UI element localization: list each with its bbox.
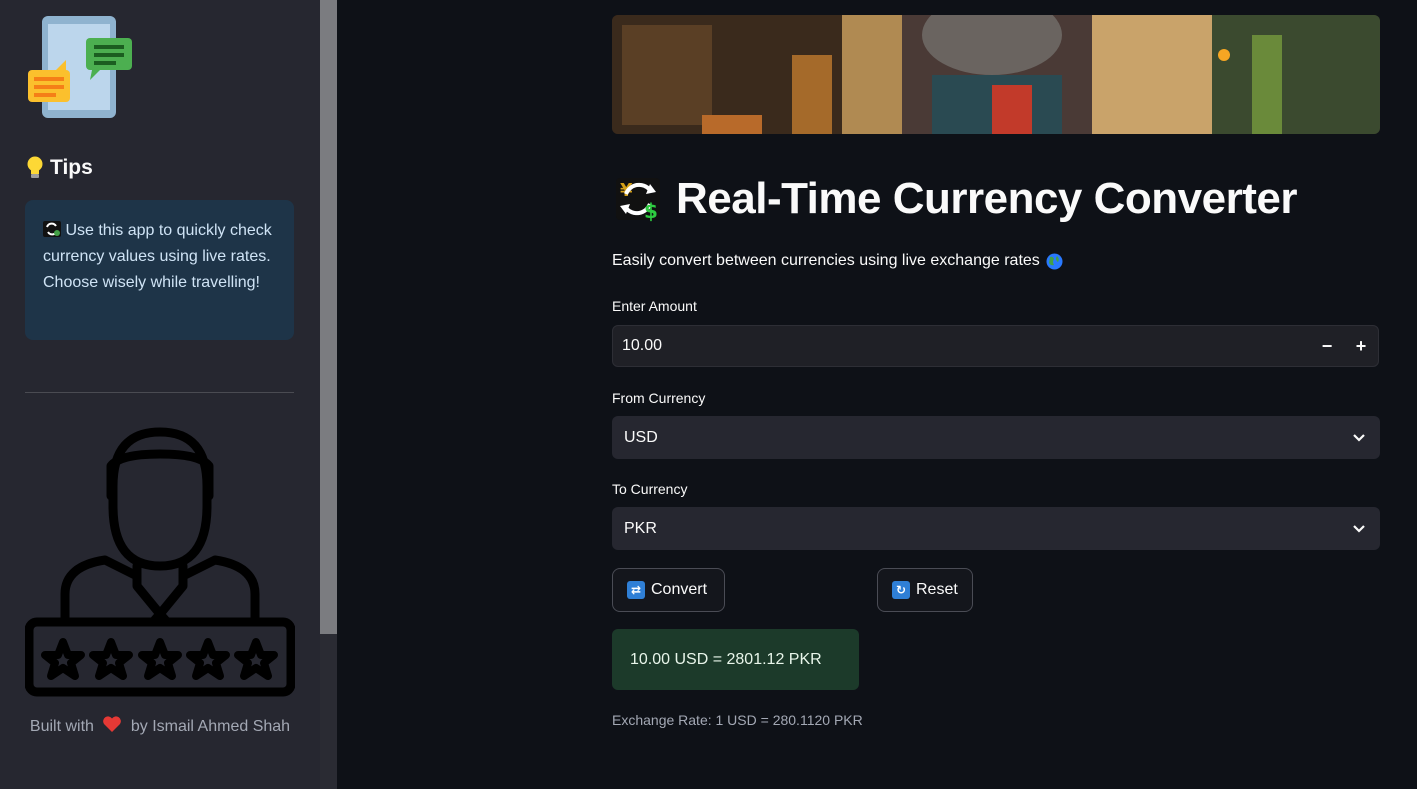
- sidebar-scrollbar-thumb[interactable]: [320, 0, 337, 634]
- chevron-down-icon: [1353, 524, 1365, 533]
- currency-exchange-icon: ¥ $: [616, 178, 660, 223]
- tips-text: Use this app to quickly check currency v…: [43, 222, 272, 291]
- person-rating-icon: [25, 427, 295, 697]
- decrement-button[interactable]: −: [1310, 326, 1344, 366]
- exchange-rate-caption: Exchange Rate: 1 USD = 280.1120 PKR: [612, 712, 863, 728]
- globe-icon: [1046, 253, 1063, 269]
- exchange-emoji-icon: [43, 221, 61, 237]
- to-currency-label: To Currency: [612, 481, 688, 497]
- convert-button[interactable]: ⇄ Convert: [612, 568, 725, 612]
- from-currency-label: From Currency: [612, 390, 706, 406]
- svg-text:$: $: [644, 199, 658, 223]
- subtitle-text: Easily convert between currencies using …: [612, 252, 1040, 269]
- amount-input[interactable]: 10.00 − +: [612, 325, 1379, 367]
- tips-info-box: Use this app to quickly check currency v…: [25, 200, 294, 340]
- chat-phone-icon: [28, 16, 132, 118]
- sidebar-divider: [25, 392, 294, 393]
- lightbulb-icon: [27, 156, 43, 178]
- amount-label: Enter Amount: [612, 298, 697, 314]
- repeat-icon: ⇄: [627, 581, 645, 599]
- tips-heading-text: Tips: [50, 156, 93, 179]
- to-currency-select[interactable]: PKR: [612, 507, 1380, 550]
- footer-author: by Ismail Ahmed Shah: [130, 718, 291, 735]
- main-content: ¥ $ Real-Time Currency Converter Easily …: [337, 0, 1417, 789]
- sidebar-footer: Built with by Ismail Ahmed Shah: [0, 716, 320, 736]
- from-currency-value: USD: [624, 428, 658, 446]
- amount-value[interactable]: 10.00: [613, 337, 1310, 355]
- page-title: Real-Time Currency Converter: [676, 174, 1297, 223]
- reset-button[interactable]: ↻ Reset: [877, 568, 973, 612]
- convert-button-label: Convert: [651, 581, 708, 598]
- sidebar: Tips Use this app to quickly check curre…: [0, 0, 320, 789]
- from-currency-select[interactable]: USD: [612, 416, 1380, 459]
- result-text: 10.00 USD = 2801.12 PKR: [630, 650, 822, 668]
- footer-prefix: Built with: [29, 718, 94, 735]
- refresh-icon: ↻: [892, 581, 910, 599]
- title-row: ¥ $ Real-Time Currency Converter: [612, 174, 1297, 224]
- reset-button-label: Reset: [916, 581, 958, 598]
- conversion-result: 10.00 USD = 2801.12 PKR: [612, 629, 859, 690]
- page-subtitle: Easily convert between currencies using …: [612, 252, 1063, 270]
- tips-heading: Tips: [26, 156, 93, 180]
- banner-image: [612, 15, 1380, 134]
- chevron-down-icon: [1353, 433, 1365, 442]
- to-currency-value: PKR: [624, 519, 657, 537]
- heart-icon: [103, 716, 122, 732]
- increment-button[interactable]: +: [1344, 326, 1378, 366]
